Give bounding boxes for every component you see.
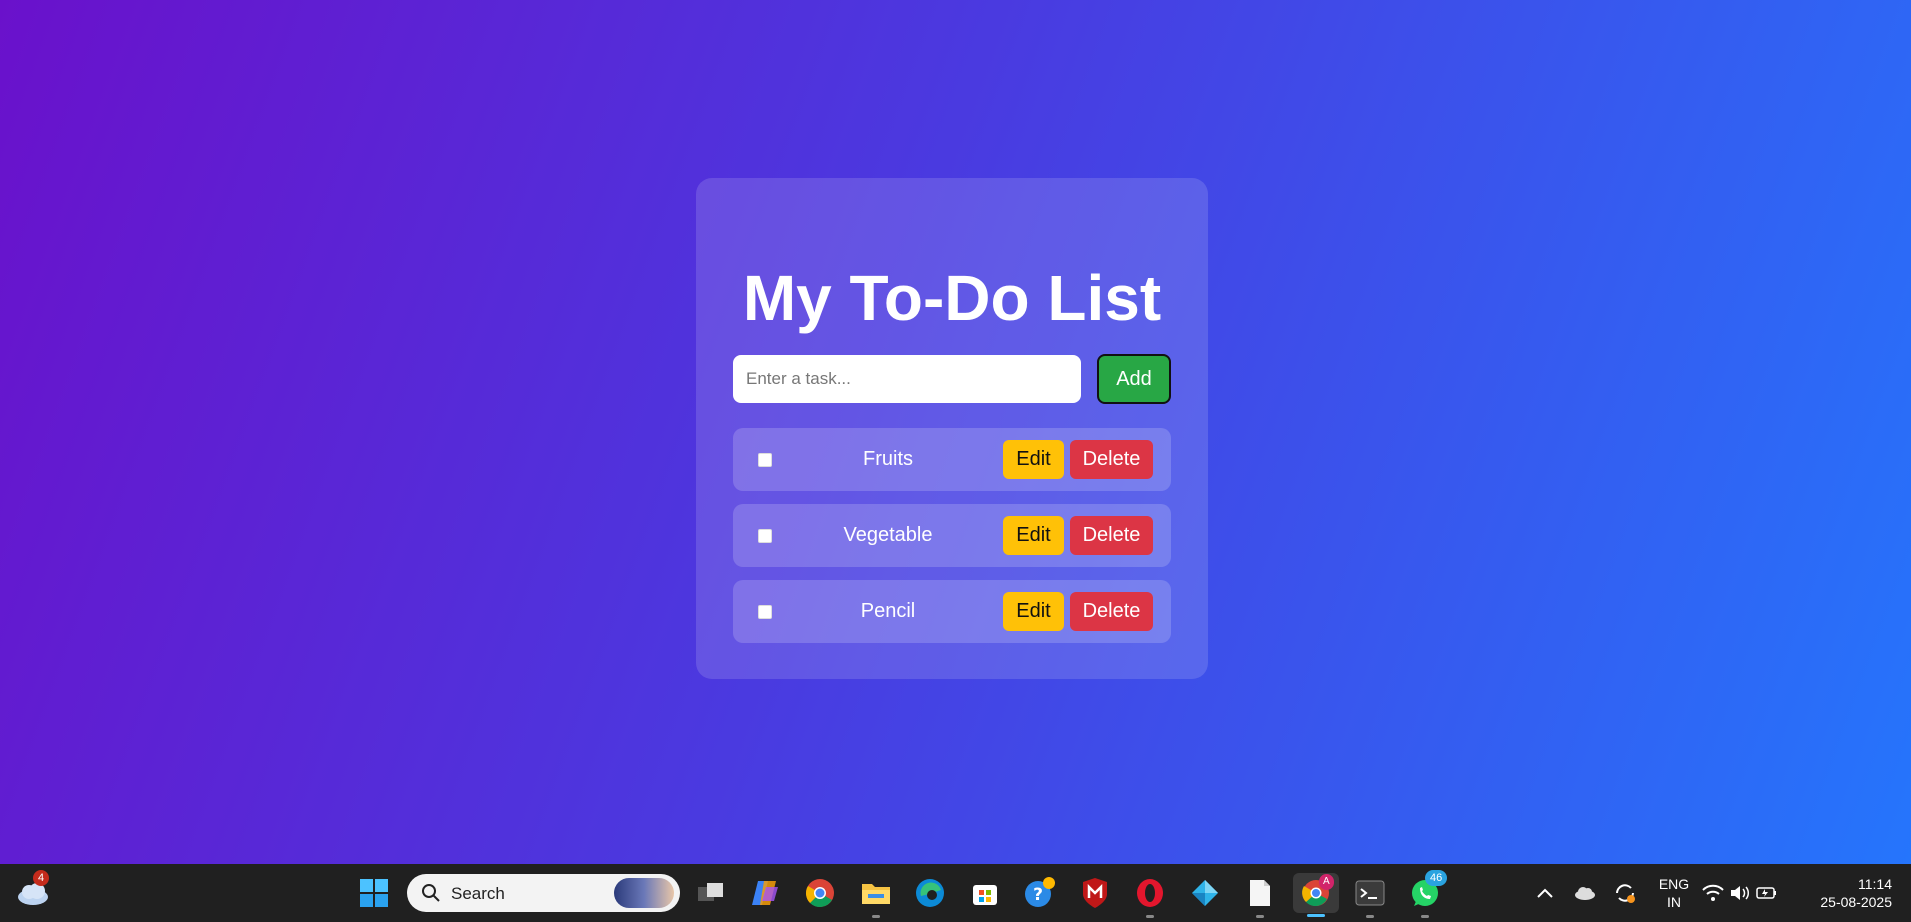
copilot-icon[interactable]: [745, 873, 785, 913]
taskbar-search[interactable]: Search: [407, 874, 680, 912]
windows-icon: [360, 879, 388, 907]
mcafee-icon[interactable]: [1075, 873, 1115, 913]
task-item: Vegetable Edit Delete: [733, 504, 1171, 567]
chrome-icon[interactable]: [800, 873, 840, 913]
edit-button[interactable]: Edit: [1003, 592, 1064, 631]
taskbar: 4 Search ? A 46 ENG IN 11:14 25-08-2025: [0, 864, 1911, 922]
opera-icon[interactable]: [1130, 873, 1170, 918]
delete-button[interactable]: Delete: [1070, 592, 1153, 631]
microsoft-store-icon[interactable]: [965, 873, 1005, 913]
get-help-icon[interactable]: ?: [1020, 873, 1060, 913]
task-checkbox[interactable]: [758, 529, 772, 543]
language-indicator[interactable]: ENG IN: [1652, 875, 1696, 911]
svg-text:?: ?: [1033, 885, 1043, 905]
task-input[interactable]: [733, 355, 1081, 403]
notification-badge: 46: [1425, 870, 1448, 886]
delete-button[interactable]: Delete: [1070, 440, 1153, 479]
task-label: Fruits: [863, 448, 913, 470]
notification-badge: 4: [33, 870, 50, 886]
delete-button[interactable]: Delete: [1070, 516, 1153, 555]
search-highlight-image: [614, 878, 674, 908]
edit-button[interactable]: Edit: [1003, 440, 1064, 479]
language-label: ENG: [1658, 876, 1690, 892]
edge-icon[interactable]: [910, 873, 950, 913]
search-icon: [422, 884, 440, 902]
wifi-icon: [1702, 884, 1724, 901]
onedrive-icon[interactable]: [1565, 873, 1605, 913]
add-button[interactable]: Add: [1097, 354, 1171, 404]
show-hidden-icons-button[interactable]: [1525, 873, 1565, 913]
quick-settings-button[interactable]: [1700, 873, 1780, 913]
clock-time: 11:14: [1858, 876, 1892, 892]
region-label: IN: [1667, 894, 1681, 910]
chrome-profile-icon[interactable]: A: [1293, 873, 1339, 917]
task-label: Pencil: [860, 600, 916, 622]
task-label: Vegetable: [843, 524, 933, 546]
gem-app-icon[interactable]: [1185, 873, 1225, 913]
volume-icon: [1731, 886, 1750, 900]
start-button[interactable]: [354, 873, 394, 913]
desktop-background: My To-Do List Add Fruits Edit Delete Veg…: [0, 0, 1911, 864]
search-label: Search: [451, 884, 505, 903]
file-explorer-icon[interactable]: [856, 873, 896, 918]
page-title: My To-Do List: [742, 262, 1162, 334]
clock-date: 25-08-2025: [1820, 894, 1892, 910]
whatsapp-icon[interactable]: 46: [1405, 870, 1448, 918]
task-item: Fruits Edit Delete: [733, 428, 1171, 491]
task-list: Fruits Edit Delete Vegetable Edit Delete…: [733, 428, 1171, 656]
battery-icon: [1756, 887, 1776, 899]
sync-icon[interactable]: [1605, 873, 1645, 913]
weather-widget[interactable]: 4: [13, 870, 53, 913]
profile-badge: A: [1319, 874, 1334, 890]
edit-button[interactable]: Edit: [1003, 516, 1064, 555]
task-checkbox[interactable]: [758, 453, 772, 467]
todo-card: My To-Do List Add Fruits Edit Delete Veg…: [696, 178, 1208, 679]
task-checkbox[interactable]: [758, 605, 772, 619]
task-item: Pencil Edit Delete: [733, 580, 1171, 643]
task-view-icon[interactable]: [691, 873, 731, 913]
chevron-up-icon: [1537, 888, 1553, 898]
notepad-icon[interactable]: [1240, 873, 1280, 918]
terminal-icon[interactable]: [1350, 873, 1390, 918]
clock[interactable]: 11:14 25-08-2025: [1800, 875, 1892, 911]
